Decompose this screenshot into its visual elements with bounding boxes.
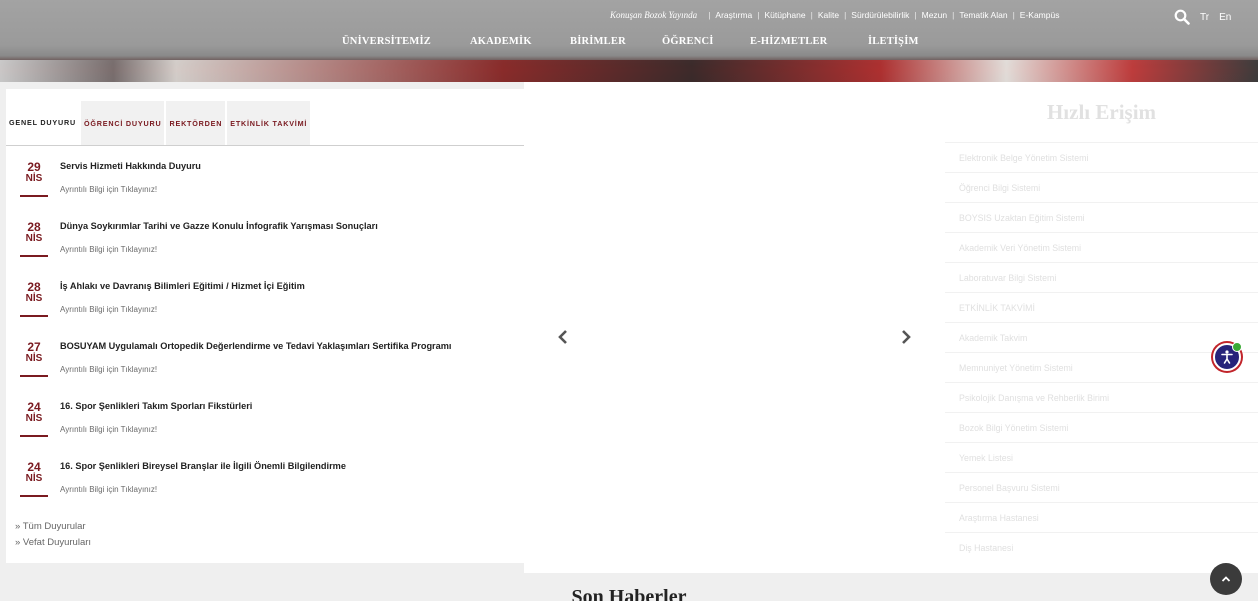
announcement-title[interactable]: Servis Hizmeti Hakkında Duyuru [60,161,201,171]
radio-tagline-link[interactable]: Konuşan Bozok Yayında [610,10,697,20]
announcement-footer-links: » Tüm Duyurular » Vefat Duyuruları [15,521,91,553]
lang-tr-link[interactable]: Tr [1200,12,1209,23]
announcement-title[interactable]: 16. Spor Şenlikleri Bireysel Branşlar il… [60,461,346,471]
nav-student[interactable]: ÖĞRENCİ [662,36,750,47]
site-header: Konuşan Bozok Yayında | Araştırma | Kütü… [0,0,1258,82]
top-link-ecampus[interactable]: E-Kampüs [1020,10,1060,20]
top-link-thematic[interactable]: Tematik Alan [959,10,1007,20]
tab-rector[interactable]: REKTÖRDEN [166,101,226,145]
quick-link-akademik-takvim[interactable]: Akademik Takvim [945,322,1258,352]
quick-link-etkinlik[interactable]: ETKİNLİK TAKVİMİ [945,292,1258,322]
nav-university[interactable]: ÜNİVERSİTEMİZ [342,36,470,47]
quick-link-obs[interactable]: Öğrenci Bilgi Sistemi [945,172,1258,202]
top-link-library[interactable]: Kütüphane [764,10,805,20]
chevron-left-icon[interactable] [558,328,568,349]
list-item: 24 NİS 16. Spor Şenlikleri Takım Sporları… [6,395,524,455]
nav-contact[interactable]: İLETİŞİM [868,36,948,47]
quick-link-laboratuvar[interactable]: Laboratuvar Bilgi Sistemi [945,262,1258,292]
details-link[interactable]: Ayrıntılı Bilgi için Tıklayınız! [60,365,157,374]
date-badge: 24 NİS [20,461,48,497]
obituary-announcements-link[interactable]: » Vefat Duyuruları [15,537,91,553]
date-badge: 29 NİS [20,161,48,197]
list-item: 28 NİS İş Ahlakı ve Davranış Bilimleri Eğ… [6,275,524,335]
tab-general[interactable]: GENEL DUYURU [6,101,79,145]
header-photo [0,60,1258,82]
nav-units[interactable]: BİRİMLER [570,36,662,47]
nav-academic[interactable]: AKADEMİK [470,36,570,47]
list-item: 28 NİS Dünya Soykırımlar Tarihi ve Gazze … [6,215,524,275]
top-link-quality[interactable]: Kalite [818,10,839,20]
announcement-title[interactable]: İş Ahlakı ve Davranış Bilimleri Eğitimi … [60,281,305,291]
header-tools: Tr En [1174,9,1231,25]
quick-link-hastane[interactable]: Araştırma Hastanesi [945,502,1258,532]
quick-link-personel[interactable]: Personel Başvuru Sistemi [945,472,1258,502]
chevron-up-icon [1221,575,1231,583]
top-links-bar: Konuşan Bozok Yayında | Araştırma | Kütü… [610,10,1060,20]
announcement-title[interactable]: BOSUYAM Uygulamalı Ortopedik Değerlendir… [60,341,451,351]
tab-student[interactable]: ÖĞRENCİ DUYURU [80,101,165,145]
quick-link-yemek[interactable]: Yemek Listesi [945,442,1258,472]
accessibility-button[interactable] [1213,342,1242,371]
chevron-right-icon[interactable] [901,328,911,349]
list-item: 29 NİS Servis Hizmeti Hakkında Duyuru Ayr… [6,155,524,215]
tab-events[interactable]: ETKİNLİK TAKVİMİ [227,101,311,145]
quick-link-ebys[interactable]: Elektronik Belge Yönetim Sistemi [945,142,1258,172]
details-link[interactable]: Ayrıntılı Bilgi için Tıklayınız! [60,485,157,494]
details-link[interactable]: Ayrıntılı Bilgi için Tıklayınız! [60,305,157,314]
quick-link-dis-hastanesi[interactable]: Diş Hastanesi [945,532,1258,562]
details-link[interactable]: Ayrıntılı Bilgi için Tıklayınız! [60,245,157,254]
quick-access-title: Hızlı Erişim [1046,99,1157,124]
search-icon[interactable] [1174,9,1190,25]
date-badge: 27 NİS [20,341,48,377]
quick-link-pdrb[interactable]: Psikolojik Danışma ve Rehberlik Birimi [945,382,1258,412]
top-link-research[interactable]: Araştırma [715,10,752,20]
list-item: 27 NİS BOSUYAM Uygulamalı Ortopedik Değer… [6,335,524,395]
quick-link-bozok-bilgi[interactable]: Bozok Bilgi Yönetim Sistemi [945,412,1258,442]
announcement-title[interactable]: Dünya Soykırımlar Tarihi ve Gazze Konulu… [60,221,378,231]
quick-access-panel: Hızlı Erişim Elektronik Belge Yönetim Si… [945,82,1258,573]
image-slider [524,82,945,573]
all-announcements-link[interactable]: » Tüm Duyurular [15,521,91,537]
date-badge: 28 NİS [20,221,48,257]
date-badge: 28 NİS [20,281,48,317]
accessibility-icon [1219,349,1235,365]
details-link[interactable]: Ayrıntılı Bilgi için Tıklayınız! [60,185,157,194]
status-check-icon [1232,342,1242,352]
list-item: 24 NİS 16. Spor Şenlikleri Bireysel Branş… [6,455,524,515]
announcement-list: 29 NİS Servis Hizmeti Hakkında Duyuru Ayr… [6,155,524,515]
top-link-sustainability[interactable]: Sürdürülebilirlik [851,10,909,20]
quick-link-memnuniyet[interactable]: Memnuniyet Yönetim Sistemi [945,352,1258,382]
nav-e-services[interactable]: E-HİZMETLER [750,36,868,47]
quick-link-boysis[interactable]: BOYSIS Uzaktan Eğitim Sistemi [945,202,1258,232]
details-link[interactable]: Ayrıntılı Bilgi için Tıklayınız! [60,425,157,434]
announcement-title[interactable]: 16. Spor Şenlikleri Takım Sporları Fikst… [60,401,252,411]
top-link-alumni[interactable]: Mezun [922,10,948,20]
section-title: Son Haberler [571,586,687,601]
announcements-panel: GENEL DUYURU ÖĞRENCİ DUYURU REKTÖRDEN ET… [6,89,524,563]
lang-en-link[interactable]: En [1219,12,1231,23]
announcement-tabs: GENEL DUYURU ÖĞRENCİ DUYURU REKTÖRDEN ET… [6,101,524,146]
main-nav: ÜNİVERSİTEMİZ AKADEMİK BİRİMLER ÖĞRENCİ … [342,36,948,47]
quick-link-akademik-veri[interactable]: Akademik Veri Yönetim Sistemi [945,232,1258,262]
date-badge: 24 NİS [20,401,48,437]
